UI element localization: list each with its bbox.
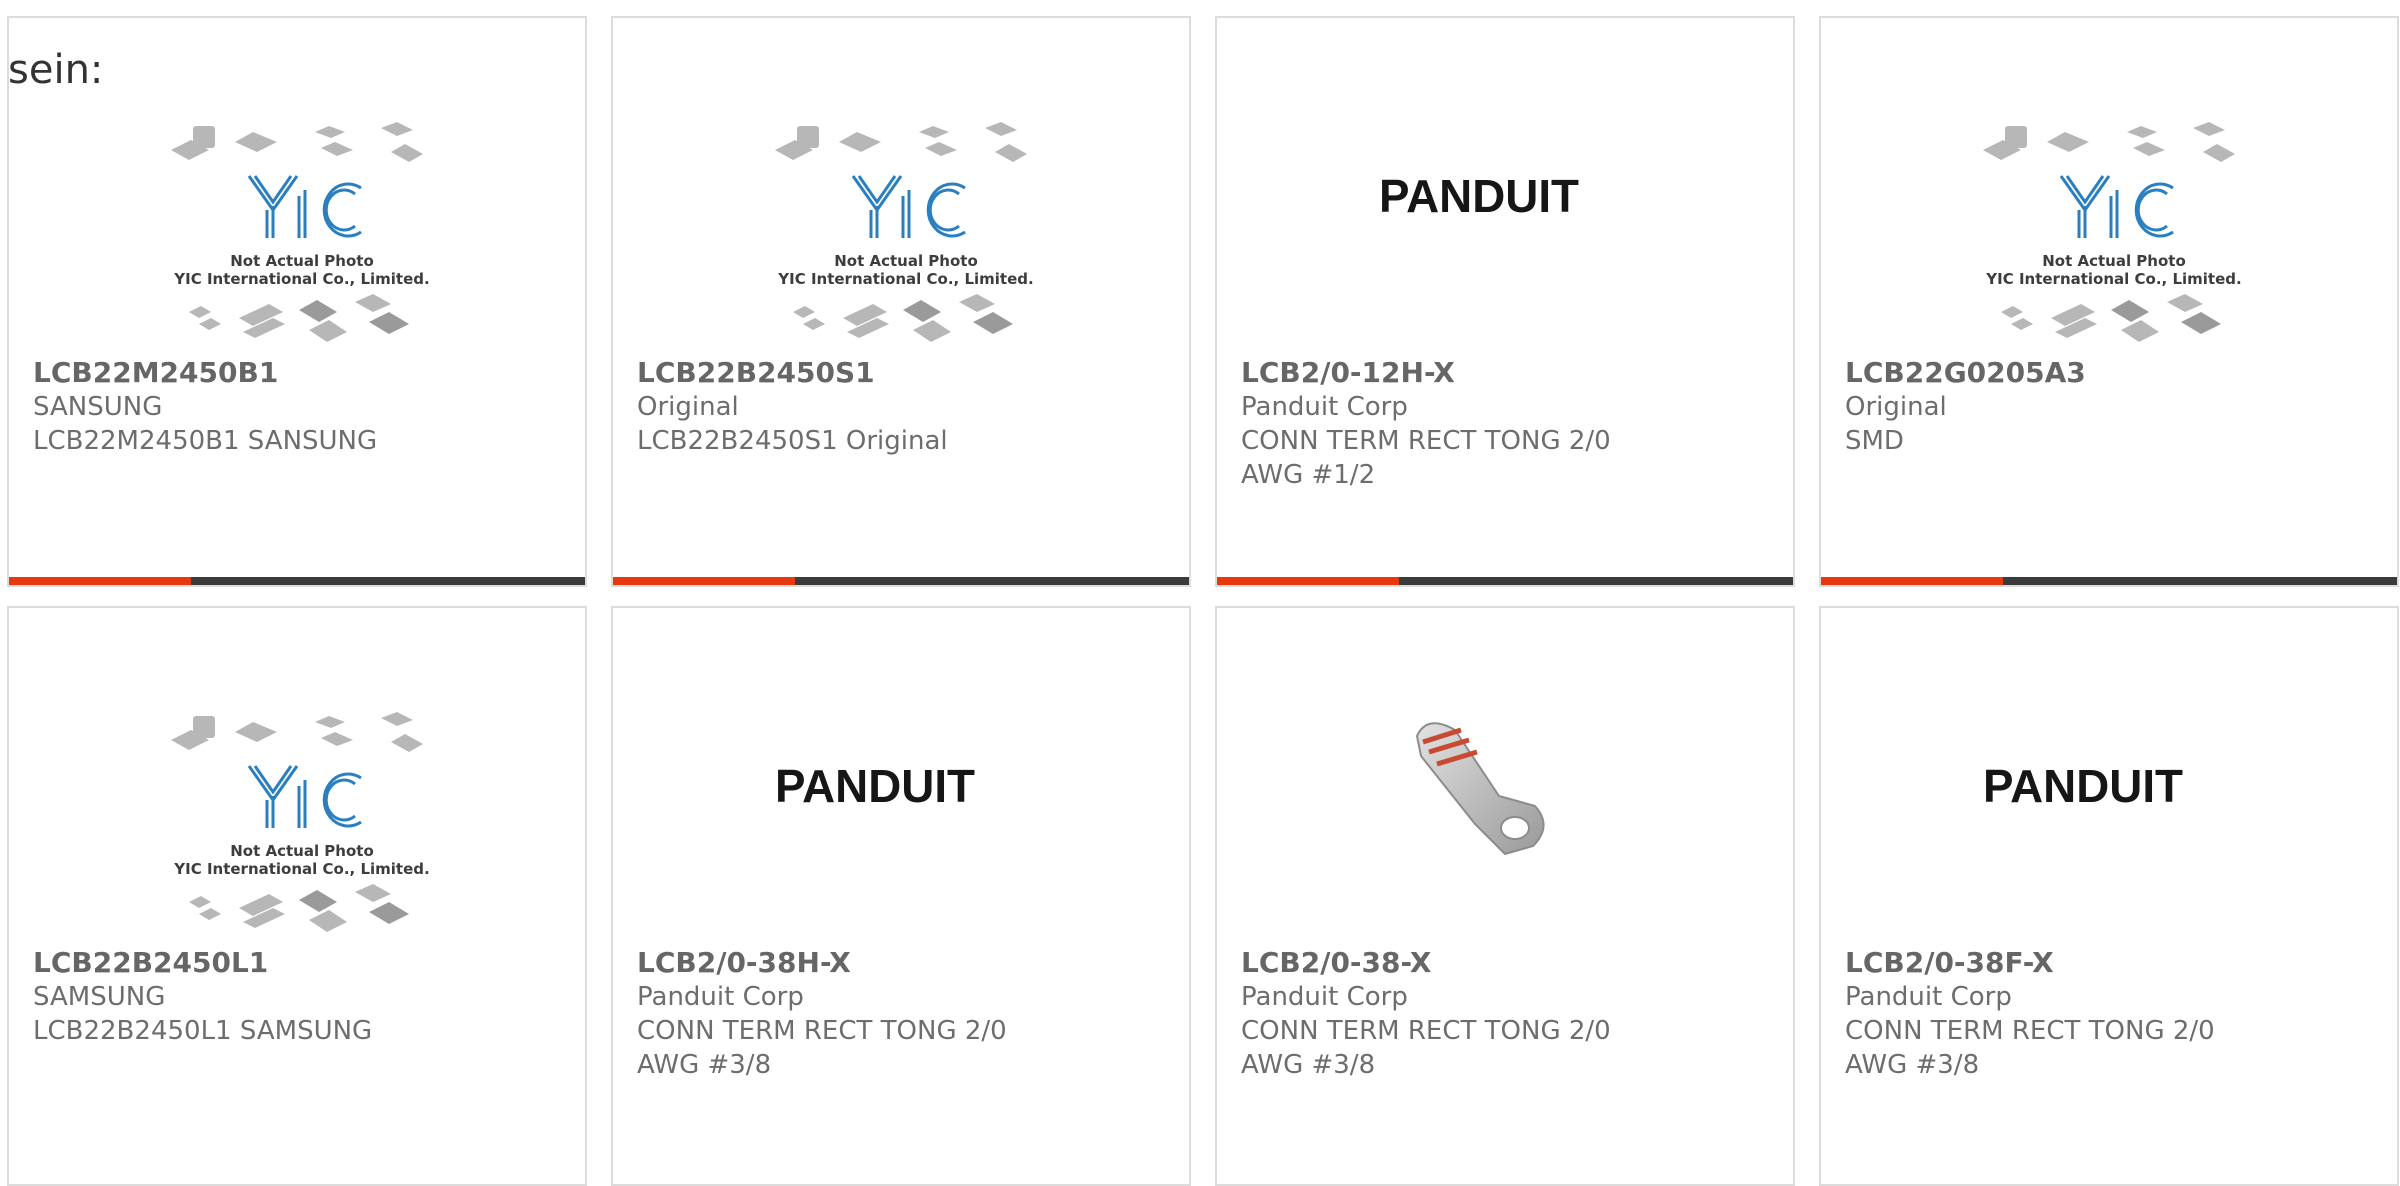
svg-text:PANDUIT: PANDUIT [1983, 760, 2183, 812]
svg-text:PANDUIT: PANDUIT [1379, 170, 1579, 222]
part-number: LCB22B2450S1 [637, 356, 875, 389]
svg-text:Not Actual Photo: Not Actual Photo [2042, 252, 2186, 270]
manufacturer: Panduit Corp [637, 982, 804, 1012]
svg-text:YIC International Co., Limited: YIC International Co., Limited. [173, 860, 429, 878]
panduit-logo: PANDUIT [1983, 760, 2183, 812]
description: SMD [1845, 426, 1904, 456]
part-number: LCB22M2450B1 [33, 356, 279, 389]
product-card[interactable]: Not Actual Photo YIC International Co., … [611, 16, 1191, 587]
section-heading: sein: [8, 47, 104, 93]
product-card[interactable]: LCB2/0-38-X Panduit Corp CONN TERM RECT … [1215, 606, 1795, 1186]
svg-text:Not Actual Photo: Not Actual Photo [230, 842, 374, 860]
manufacturer: Panduit Corp [1241, 982, 1408, 1012]
part-number: LCB2/0-38F-X [1845, 946, 2054, 979]
card-bottom-bar [613, 577, 1189, 585]
manufacturer: Panduit Corp [1241, 392, 1408, 422]
yic-placeholder-image: Not Actual Photo YIC International Co., … [775, 122, 1034, 342]
card-bottom-bar [1217, 577, 1793, 585]
product-card[interactable]: Not Actual Photo YIC International Co., … [1819, 16, 2399, 587]
product-card[interactable]: PANDUIT LCB2/0-38F-X Panduit Corp CONN T… [1819, 606, 2399, 1186]
part-number: LCB22B2450L1 [33, 946, 269, 979]
description: LCB22B2450L1 SAMSUNG [33, 1016, 373, 1046]
yic-placeholder-image: Not Actual Photo YIC International Co., … [171, 122, 430, 342]
card-bottom-bar [1821, 577, 2397, 585]
manufacturer: SAMSUNG [33, 982, 166, 1012]
yic-placeholder-image: Not Actual Photo YIC International Co., … [1983, 122, 2242, 342]
lug-terminal-photo [1415, 722, 1545, 856]
description: CONN TERM RECT TONG 2/0 AWG #3/8 [637, 1016, 1007, 1080]
panduit-logo: PANDUIT [1379, 170, 1579, 222]
svg-text:YIC International Co., Limited: YIC International Co., Limited. [1985, 270, 2241, 288]
part-number: LCB2/0-38H-X [637, 946, 851, 979]
manufacturer: Original [1845, 392, 1947, 422]
part-number: LCB2/0-38-X [1241, 946, 1432, 979]
manufacturer: Original [637, 392, 739, 422]
part-number: LCB22G0205A3 [1845, 356, 2086, 389]
panduit-logo: PANDUIT [775, 760, 975, 812]
manufacturer: Panduit Corp [1845, 982, 2012, 1012]
svg-text:YIC International Co., Limited: YIC International Co., Limited. [777, 270, 1033, 288]
svg-text:PANDUIT: PANDUIT [775, 760, 975, 812]
svg-text:YIC International Co., Limited: YIC International Co., Limited. [173, 270, 429, 288]
part-number: LCB2/0-12H-X [1241, 356, 1455, 389]
product-card[interactable]: Not Actual Photo YIC International Co., … [7, 16, 587, 587]
product-card[interactable]: PANDUIT LCB2/0-12H-X Panduit Corp CONN T… [1215, 16, 1795, 587]
product-card[interactable]: PANDUIT LCB2/0-38H-X Panduit Corp CONN T… [611, 606, 1191, 1186]
description: CONN TERM RECT TONG 2/0 AWG #3/8 [1845, 1016, 2215, 1080]
description: LCB22M2450B1 SANSUNG [33, 426, 378, 456]
description: CONN TERM RECT TONG 2/0 AWG #1/2 [1241, 426, 1611, 490]
description: CONN TERM RECT TONG 2/0 AWG #3/8 [1241, 1016, 1611, 1080]
description: LCB22B2450S1 Original [637, 426, 948, 456]
manufacturer: SANSUNG [33, 392, 163, 422]
card-bottom-bar [9, 577, 585, 585]
svg-text:Not Actual Photo: Not Actual Photo [834, 252, 978, 270]
product-card[interactable]: Not Actual Photo YIC International Co., … [7, 606, 587, 1186]
yic-placeholder-image: Not Actual Photo YIC International Co., … [171, 712, 430, 932]
svg-text:Not Actual Photo: Not Actual Photo [230, 252, 374, 270]
